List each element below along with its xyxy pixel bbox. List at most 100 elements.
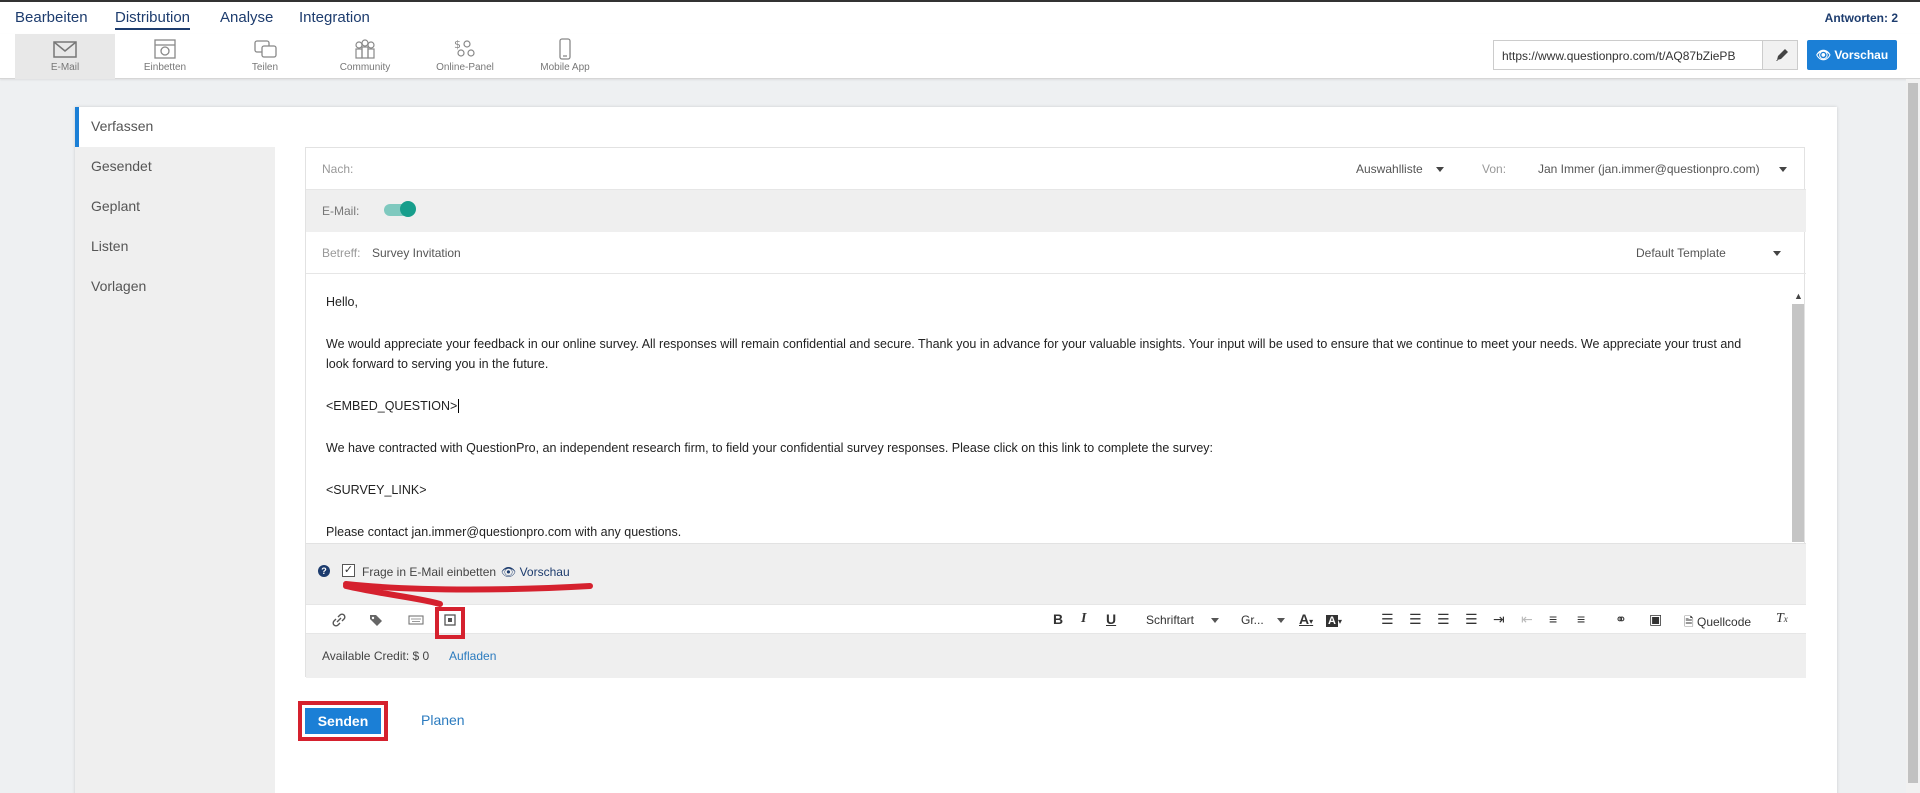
embed-preview-link[interactable]: 👁︎ Vorschau (501, 565, 570, 579)
bold-button[interactable]: B (1053, 611, 1063, 627)
embed-question-row: ? ✓ Frage in E-Mail einbetten 👁︎ Vorscha… (306, 544, 1806, 604)
sidebar-item-geplant[interactable]: Geplant (75, 187, 275, 227)
chevron-down-icon (1778, 167, 1787, 173)
page-scrollbar-thumb[interactable] (1908, 83, 1918, 783)
distribution-toolbar: E-Mail Einbetten Teilen Community $ Onli… (0, 34, 1920, 79)
channel-community[interactable]: Community (315, 34, 415, 79)
list-select-value: Auswahlliste (1356, 162, 1423, 176)
body-paragraph: We have contracted with QuestionPro, an … (326, 441, 1214, 455)
keyboard-icon[interactable] (408, 614, 424, 626)
chevron-down-icon (1211, 618, 1220, 624)
sidebar-item-vorlagen[interactable]: Vorlagen (75, 267, 275, 307)
outdent-icon[interactable]: ⇤ (1521, 611, 1533, 628)
help-icon[interactable]: ? (318, 565, 330, 577)
channel-online-panel[interactable]: $ Online-Panel (415, 34, 515, 79)
align-center-icon[interactable]: ☰ (1409, 611, 1422, 628)
sidebar-item-listen[interactable]: Listen (75, 227, 275, 267)
channel-share-label: Teilen (251, 62, 279, 73)
font-size-value: Gr... (1241, 613, 1264, 627)
preview-button-label: Vorschau (1834, 48, 1889, 62)
align-justify-icon[interactable]: ☰ (1465, 611, 1478, 628)
indent-icon[interactable]: ⇥ (1493, 611, 1505, 628)
body-paragraph: We would appreciate your feedback in our… (326, 337, 1742, 371)
email-toggle[interactable] (384, 201, 416, 217)
from-select[interactable]: Jan Immer (jan.immer@questionpro.com) (1538, 162, 1787, 176)
numbered-list-icon[interactable]: ≡ (1577, 611, 1585, 627)
text-color-button[interactable]: A▾ (1299, 611, 1313, 627)
font-family-select[interactable]: Schriftart (1146, 613, 1220, 627)
sidebar-item-verfassen[interactable]: Verfassen (75, 107, 275, 147)
clear-format-icon[interactable]: Tx (1776, 611, 1788, 627)
channel-online-panel-label: Online-Panel (436, 62, 494, 73)
bullet-list-icon[interactable]: ≡ (1549, 611, 1557, 627)
email-label: E-Mail: (322, 204, 360, 218)
mobile-icon (559, 38, 571, 60)
to-label: Nach: (322, 162, 354, 176)
send-button[interactable]: Senden (305, 708, 381, 734)
top-up-link[interactable]: Aufladen (449, 649, 496, 663)
subject-input[interactable]: Survey Invitation (372, 246, 461, 260)
list-select[interactable]: Auswahlliste (1356, 162, 1445, 176)
template-select-value: Default Template (1636, 246, 1726, 260)
embed-question-placeholder: <EMBED_QUESTION> (326, 399, 458, 413)
community-icon (355, 39, 375, 59)
email-body-editor[interactable]: Hello, We would appreciate your feedback… (306, 274, 1806, 544)
credit-row: Available Credit: $ 0 Aufladen (306, 634, 1806, 678)
body-paragraph: <SURVEY_LINK> (326, 483, 427, 497)
channel-embed-label: Einbetten (143, 62, 187, 73)
embed-icon-highlight (435, 607, 465, 639)
scrollbar-thumb[interactable] (1792, 304, 1804, 542)
channel-email[interactable]: E-Mail (15, 34, 115, 79)
embed-icon (154, 39, 176, 59)
preview-button[interactable]: 👁︎ Vorschau (1807, 40, 1897, 70)
hyperlink-icon[interactable]: ⚭ (1615, 611, 1627, 628)
tab-analyse[interactable]: Analyse (220, 9, 273, 26)
body-paragraph: Hello, (326, 295, 358, 309)
tab-bearbeiten[interactable]: Bearbeiten (15, 9, 88, 26)
recipient-row: Nach: Auswahlliste Von: Jan Immer (jan.i… (306, 148, 1806, 190)
tab-distribution[interactable]: Distribution (115, 9, 191, 30)
text-cursor (458, 399, 460, 413)
source-code-button[interactable]: 🗎︎ Quellcode (1684, 613, 1751, 634)
embed-preview-label: Vorschau (519, 565, 570, 579)
chevron-up-icon[interactable]: ▲ (1794, 291, 1803, 301)
channel-embed[interactable]: Einbetten (115, 34, 215, 79)
editor-scrollbar[interactable]: ▲ (1791, 288, 1805, 543)
page-scrollbar[interactable] (1906, 79, 1920, 793)
embed-question-label: Frage in E-Mail einbetten (362, 565, 497, 579)
link-icon[interactable] (332, 613, 346, 627)
toggle-knob (400, 201, 416, 217)
send-highlight: Senden (298, 701, 388, 741)
align-left-icon[interactable]: ☰ (1381, 611, 1394, 628)
pencil-icon (1776, 49, 1788, 61)
channel-community-label: Community (339, 62, 391, 73)
image-icon[interactable]: ▣ (1649, 611, 1662, 628)
survey-url-field[interactable]: https://www.questionpro.com/t/AQ87bZiePB (1493, 40, 1763, 70)
italic-button[interactable]: I (1081, 611, 1086, 627)
embed-question-checkbox[interactable]: ✓ (342, 564, 355, 577)
available-credit: Available Credit: $ 0 (322, 649, 430, 663)
channel-mobile-app[interactable]: Mobile App (515, 34, 615, 79)
email-toggle-row: E-Mail: (306, 190, 1806, 232)
font-size-select[interactable]: Gr... (1241, 613, 1286, 627)
sidebar-item-gesendet[interactable]: Gesendet (75, 147, 275, 187)
eye-icon: 👁︎ (1815, 48, 1832, 62)
channel-email-label: E-Mail (50, 62, 80, 73)
align-right-icon[interactable]: ☰ (1437, 611, 1450, 628)
schedule-link[interactable]: Planen (421, 712, 465, 728)
from-label: Von: (1482, 162, 1507, 176)
underline-button[interactable]: U (1106, 611, 1116, 627)
channel-share[interactable]: Teilen (215, 34, 315, 79)
background-color-button[interactable]: A ▾ (1326, 611, 1342, 627)
top-navigation: Bearbeiten Distribution Analyse Integrat… (0, 0, 1920, 34)
main-panel: Verfassen Gesendet Geplant Listen Vorlag… (75, 107, 1837, 793)
from-select-value: Jan Immer (jan.immer@questionpro.com) (1538, 162, 1760, 176)
chevron-down-icon (1773, 251, 1782, 257)
tags-icon[interactable] (369, 613, 385, 627)
template-select[interactable]: Default Template (1636, 246, 1782, 260)
sidebar: Verfassen Gesendet Geplant Listen Vorlag… (75, 107, 275, 793)
envelope-icon (53, 41, 77, 58)
tab-integration[interactable]: Integration (299, 9, 370, 26)
eye-icon: 👁︎ (501, 565, 517, 579)
edit-url-button[interactable] (1762, 40, 1798, 70)
